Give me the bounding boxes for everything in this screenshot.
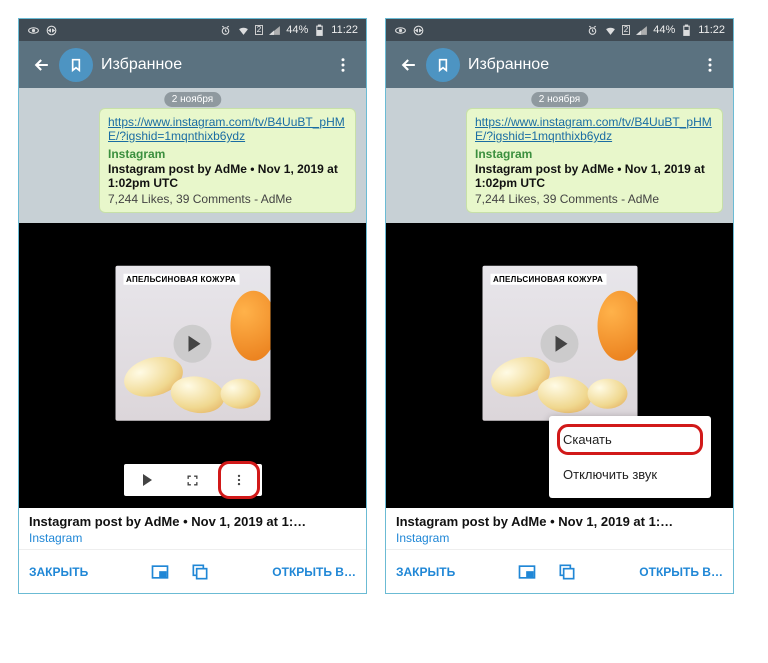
status-time: 11:22 [698, 24, 725, 36]
pip-button[interactable] [149, 561, 171, 583]
date-pill: 2 ноября [531, 92, 588, 107]
link-meta: 7,244 Likes, 39 Comments - AdMe [475, 192, 714, 206]
thumbnail-text: АПЕЛЬСИНОВАЯ КОЖУРА [490, 274, 606, 285]
play-overlay-icon[interactable] [541, 325, 579, 363]
app-header: Избранное [386, 41, 733, 88]
caption-source[interactable]: Instagram [29, 531, 356, 545]
back-button[interactable] [394, 50, 424, 80]
eye-icon [27, 24, 40, 37]
battery-text: 44% [286, 24, 308, 36]
pip-button[interactable] [516, 561, 538, 583]
play-button[interactable] [133, 466, 161, 494]
status-bar: 2 44% 11:22 [19, 19, 366, 41]
link-title: Instagram post by AdMe • Nov 1, 2019 at … [108, 162, 347, 190]
video-menu-button[interactable] [225, 466, 253, 494]
copy-button[interactable] [556, 561, 578, 583]
alarm-icon [219, 24, 232, 37]
fullscreen-button[interactable] [179, 466, 207, 494]
caption-title: Instagram post by AdMe • Nov 1, 2019 at … [396, 514, 723, 529]
signal-icon [268, 24, 281, 37]
signal-icon [635, 24, 648, 37]
video-thumbnail[interactable]: АПЕЛЬСИНОВАЯ КОЖУРА [482, 266, 637, 421]
caption-area: Instagram post by AdMe • Nov 1, 2019 at … [19, 508, 366, 549]
video-preview: АПЕЛЬСИНОВАЯ КОЖУРА Скачать Отключить зв… [386, 223, 733, 508]
video-controls [124, 464, 262, 496]
sim-indicator: 2 [255, 25, 263, 35]
menu-download-label: Скачать [563, 432, 612, 447]
app-header: Избранное [19, 41, 366, 88]
link-meta: 7,244 Likes, 39 Comments - AdMe [108, 192, 347, 206]
video-preview: АПЕЛЬСИНОВАЯ КОЖУРА [19, 223, 366, 508]
alarm-icon [586, 24, 599, 37]
link-title: Instagram post by AdMe • Nov 1, 2019 at … [475, 162, 714, 190]
teamviewer-icon [45, 24, 58, 37]
message-link[interactable]: https://www.instagram.com/tv/B4UuBT_pHME… [108, 115, 345, 143]
battery-text: 44% [653, 24, 675, 36]
caption-title: Instagram post by AdMe • Nov 1, 2019 at … [29, 514, 356, 529]
video-context-menu: Скачать Отключить звук [549, 416, 711, 498]
link-site: Instagram [475, 147, 714, 161]
sim-indicator: 2 [622, 25, 630, 35]
wifi-icon [237, 24, 250, 37]
video-thumbnail[interactable]: АПЕЛЬСИНОВАЯ КОЖУРА [115, 266, 270, 421]
caption-source[interactable]: Instagram [396, 531, 723, 545]
copy-button[interactable] [189, 561, 211, 583]
battery-icon [313, 24, 326, 37]
thumbnail-text: АПЕЛЬСИНОВАЯ КОЖУРА [123, 274, 239, 285]
screenshot-right: 2 44% 11:22 Избранное 2 ноября https://w… [385, 18, 734, 594]
screenshot-left: 2 44% 11:22 Избранное 2 ноября https://w… [18, 18, 367, 594]
back-button[interactable] [27, 50, 57, 80]
bottom-bar: ЗАКРЫТЬ ОТКРЫТЬ В… [19, 549, 366, 593]
chat-area: 2 ноября https://www.instagram.com/tv/B4… [19, 88, 366, 223]
close-button[interactable]: ЗАКРЫТЬ [396, 565, 455, 579]
eye-icon [394, 24, 407, 37]
bottom-bar: ЗАКРЫТЬ ОТКРЫТЬ В… [386, 549, 733, 593]
message-bubble[interactable]: https://www.instagram.com/tv/B4UuBT_pHME… [99, 108, 356, 213]
wifi-icon [604, 24, 617, 37]
message-bubble[interactable]: https://www.instagram.com/tv/B4UuBT_pHME… [466, 108, 723, 213]
bookmark-icon [59, 48, 93, 82]
link-site: Instagram [108, 147, 347, 161]
menu-download[interactable]: Скачать [549, 422, 711, 457]
chat-area: 2 ноября https://www.instagram.com/tv/B4… [386, 88, 733, 223]
date-pill: 2 ноября [164, 92, 221, 107]
page-title: Избранное [468, 56, 695, 74]
close-button[interactable]: ЗАКРЫТЬ [29, 565, 88, 579]
caption-area: Instagram post by AdMe • Nov 1, 2019 at … [386, 508, 733, 549]
teamviewer-icon [412, 24, 425, 37]
open-in-button[interactable]: ОТКРЫТЬ В… [639, 565, 723, 579]
message-link[interactable]: https://www.instagram.com/tv/B4UuBT_pHME… [475, 115, 712, 143]
open-in-button[interactable]: ОТКРЫТЬ В… [272, 565, 356, 579]
status-time: 11:22 [331, 24, 358, 36]
menu-mute[interactable]: Отключить звук [549, 457, 711, 492]
bookmark-icon [426, 48, 460, 82]
battery-icon [680, 24, 693, 37]
page-title: Избранное [101, 56, 328, 74]
header-menu-button[interactable] [328, 50, 358, 80]
status-bar: 2 44% 11:22 [386, 19, 733, 41]
header-menu-button[interactable] [695, 50, 725, 80]
play-overlay-icon[interactable] [174, 325, 212, 363]
